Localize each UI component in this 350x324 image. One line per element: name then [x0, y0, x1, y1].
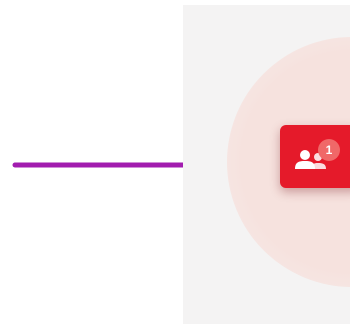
users-notification-button[interactable]: 1 [280, 125, 350, 188]
screenshot-stage: 1 [0, 0, 350, 324]
sidebar-panel: 1 [183, 5, 350, 324]
notification-badge: 1 [318, 139, 340, 161]
